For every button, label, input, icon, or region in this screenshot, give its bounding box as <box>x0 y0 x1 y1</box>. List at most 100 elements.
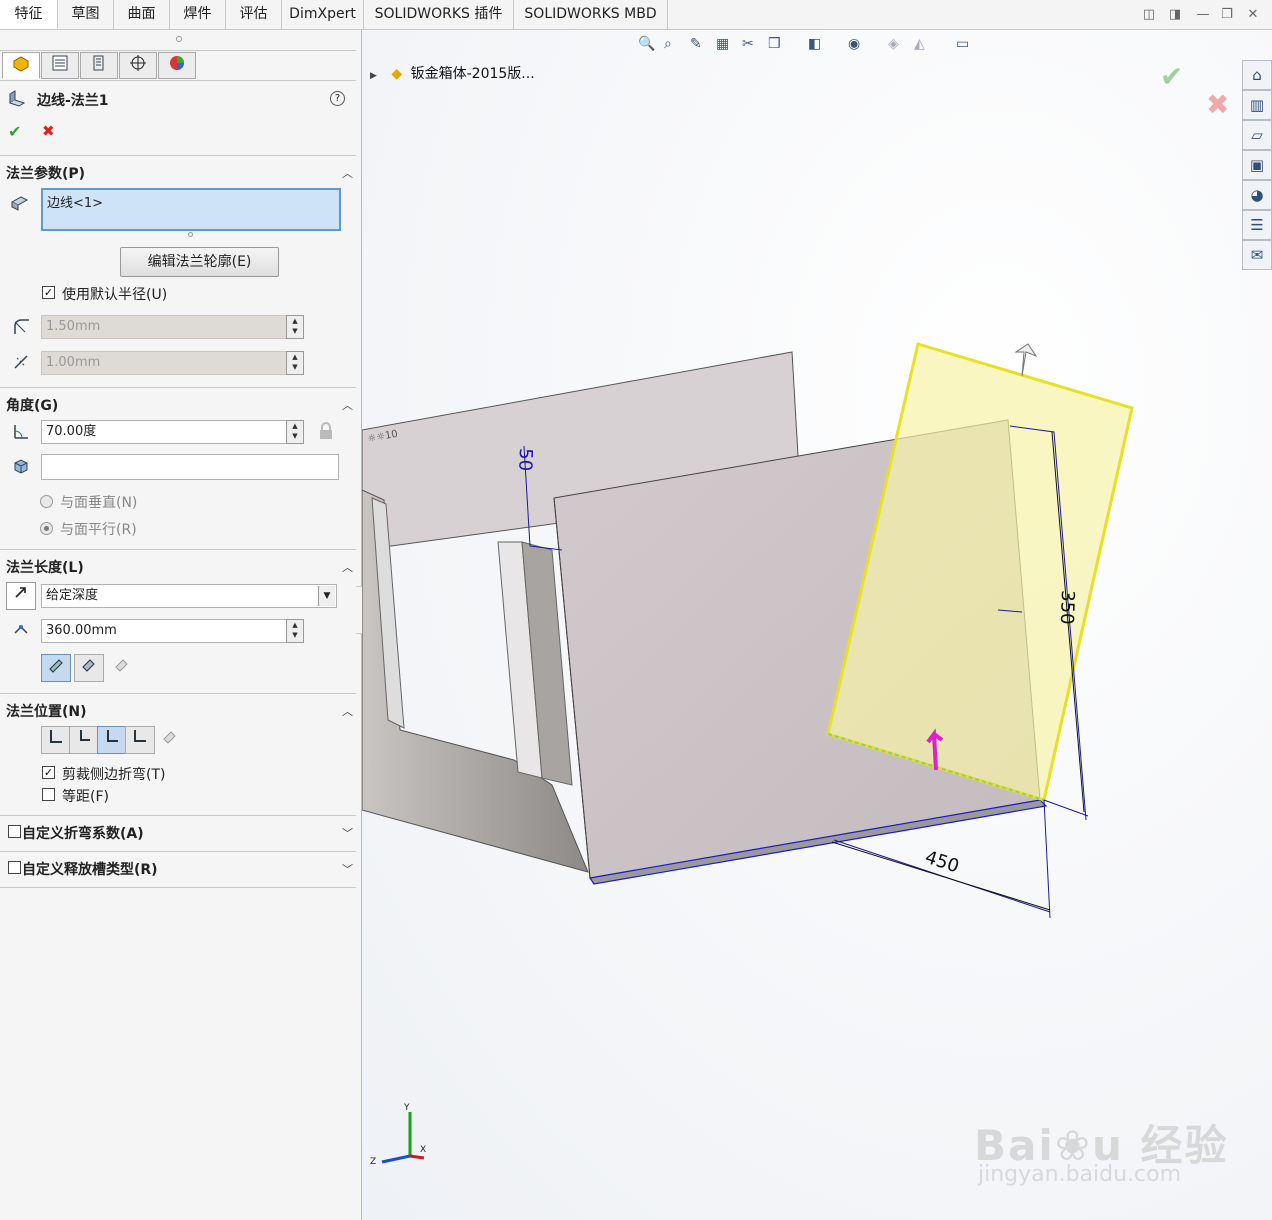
appearances-icon[interactable]: ◕ <box>1242 180 1272 210</box>
collapse-chevron-icon[interactable]: ︿ <box>342 559 353 575</box>
custom-relief-type-checkbox[interactable] <box>8 861 21 874</box>
model-3d-view[interactable]: ☼☼10 50 350 450 Y Z X <box>362 30 1272 1220</box>
collapse-chevron-icon[interactable]: ︿ <box>342 397 353 413</box>
tab-weldments[interactable]: 焊件 <box>170 0 226 29</box>
tile-right-icon[interactable]: ◨ <box>1166 6 1184 24</box>
splitter-handle[interactable] <box>176 36 182 42</box>
parallel-label: 与面平行(R) <box>60 522 137 538</box>
length-icon <box>10 619 32 641</box>
flange-preview[interactable] <box>826 342 1134 802</box>
direction-arrow-handle[interactable] <box>1014 343 1038 377</box>
help-icon[interactable]: ? <box>330 91 345 106</box>
triad-y-label: Y <box>403 1103 410 1113</box>
use-default-radius-label: 使用默认半径(U) <box>62 287 168 303</box>
bend-radius-field[interactable]: 1.50mm <box>41 315 287 339</box>
property-manager: 边线-法兰1 ? ✔ ✖ 法兰参数(P) ︿ 边线<1> 编辑法兰轮廓(E) ✓… <box>0 30 372 1220</box>
display-manager-tab[interactable] <box>158 52 196 79</box>
flange-position-title[interactable]: 法兰位置(N) <box>6 701 87 721</box>
custom-properties-icon[interactable]: ☰ <box>1242 210 1272 240</box>
trim-side-bends-label: 剪裁侧边折弯(T) <box>62 767 166 783</box>
material-inside-button[interactable] <box>41 726 71 754</box>
tab-evaluate[interactable]: 评估 <box>226 0 282 29</box>
tab-dimxpert[interactable]: DimXpert <box>282 0 364 29</box>
close-button[interactable]: ✕ <box>1244 6 1262 24</box>
parallel-radio[interactable] <box>40 522 53 535</box>
tab-solidworks-addins[interactable]: SOLIDWORKS 插件 <box>364 0 514 29</box>
design-library-icon[interactable]: ▥ <box>1242 90 1272 120</box>
watermark-url: jingyan.baidu.com <box>978 1162 1182 1187</box>
tab-sketch[interactable]: 草图 <box>58 0 114 29</box>
restore-button[interactable]: ❐ <box>1218 6 1236 24</box>
dimension-50[interactable]: 50 <box>514 448 536 472</box>
virtual-sharp-position-button[interactable] <box>125 726 155 754</box>
edge-selection-box[interactable]: 边线<1> <box>41 188 341 231</box>
tab-surfaces[interactable]: 曲面 <box>114 0 170 29</box>
view-palette-icon[interactable]: ▣ <box>1242 150 1272 180</box>
material-outside-icon <box>80 730 90 741</box>
flange-params-title[interactable]: 法兰参数(P) <box>6 163 85 183</box>
graphics-area[interactable]: 🔍 ⌕ ✎ ▦ ✂ ❒ ◧ ◉ ◈ ◭ ▭ ▶ ◆ 钣金箱体-2015版... … <box>362 30 1272 1220</box>
gap-distance-spinner[interactable]: ▲ ▼ <box>286 351 304 375</box>
dimension-350[interactable]: 350 <box>1056 590 1078 625</box>
chevron-down-icon[interactable]: ▼ <box>318 586 335 606</box>
use-default-radius-checkbox[interactable]: ✓ <box>42 286 55 299</box>
trim-side-bends-checkbox[interactable]: ✓ <box>42 766 55 779</box>
outer-virtual-sharp-icon <box>49 659 63 673</box>
feature-title: 边线-法兰1 <box>37 93 109 109</box>
edge-select-icon <box>8 192 30 214</box>
configuration-manager-tab[interactable] <box>80 52 118 79</box>
file-explorer-icon[interactable]: ▱ <box>1242 120 1272 150</box>
bend-radius-spinner[interactable]: ▲ ▼ <box>286 315 304 339</box>
tab-solidworks-mbd[interactable]: SOLIDWORKS MBD <box>514 0 668 29</box>
dimension-450[interactable]: 450 <box>922 847 961 878</box>
expand-chevron-icon[interactable]: ﹀ <box>342 861 353 877</box>
tangent-position-button[interactable] <box>155 726 185 754</box>
flange-length-title[interactable]: 法兰长度(L) <box>6 557 84 577</box>
collapse-chevron-icon[interactable]: ︿ <box>342 703 353 719</box>
command-manager-tabs: 特征 草图 曲面 焊件 评估 DimXpert SOLIDWORKS 插件 SO… <box>0 0 1272 30</box>
material-outside-button[interactable] <box>69 726 99 754</box>
triad-z-label: Z <box>370 1157 376 1167</box>
custom-relief-type-title[interactable]: 自定义释放槽类型(R) <box>22 859 158 879</box>
inner-virtual-sharp-button[interactable] <box>74 654 104 682</box>
gap-distance-field[interactable]: 1.00mm <box>41 351 287 375</box>
property-list-icon <box>52 55 68 71</box>
home-icon[interactable]: ⌂ <box>1242 60 1272 90</box>
offset-checkbox[interactable] <box>42 788 55 801</box>
minimize-button[interactable]: — <box>1194 6 1212 24</box>
property-manager-tab[interactable] <box>41 52 79 79</box>
flange-angle-field[interactable]: 70.00度 <box>41 420 287 444</box>
flange-angle-icon <box>10 421 32 443</box>
reference-face-icon <box>10 456 32 478</box>
tangent-bend-button[interactable] <box>107 654 137 682</box>
collapse-chevron-icon[interactable]: ︿ <box>342 165 353 181</box>
dimxpert-manager-tab[interactable] <box>119 52 157 79</box>
tangent-position-icon <box>163 731 176 744</box>
edit-flange-profile-button[interactable]: 编辑法兰轮廓(E) <box>120 247 279 277</box>
reference-face-field[interactable] <box>41 454 339 480</box>
material-inside-icon <box>50 730 62 743</box>
custom-bend-allowance-checkbox[interactable] <box>8 825 21 838</box>
flange-angle-spinner[interactable]: ▲ ▼ <box>286 420 304 444</box>
offset-label: 等距(F) <box>62 789 109 805</box>
bend-outside-button[interactable] <box>97 726 127 754</box>
cancel-button[interactable]: ✖ <box>42 122 55 140</box>
feature-manager-tab[interactable] <box>2 52 40 79</box>
perpendicular-radio[interactable] <box>40 495 53 508</box>
flange-length-field[interactable]: 360.00mm <box>41 619 287 643</box>
bend-outside-icon <box>107 730 118 742</box>
flange-length-spinner[interactable]: ▲ ▼ <box>286 619 304 643</box>
forum-icon[interactable]: ✉ <box>1242 240 1272 270</box>
expand-chevron-icon[interactable]: ﹀ <box>342 825 353 841</box>
end-condition-select[interactable]: 给定深度 <box>41 584 337 608</box>
reverse-direction-button[interactable] <box>6 582 36 610</box>
feature-tree-icon <box>13 56 29 72</box>
edge-flange-icon <box>6 88 28 110</box>
angle-section-title[interactable]: 角度(G) <box>6 395 58 415</box>
tab-features[interactable]: 特征 <box>0 0 58 29</box>
custom-bend-allowance-title[interactable]: 自定义折弯系数(A) <box>22 823 144 843</box>
tile-left-icon[interactable]: ◫ <box>1140 6 1158 24</box>
lock-icon[interactable] <box>315 422 337 444</box>
ok-button[interactable]: ✔ <box>8 122 21 141</box>
outer-virtual-sharp-button[interactable] <box>41 654 71 682</box>
